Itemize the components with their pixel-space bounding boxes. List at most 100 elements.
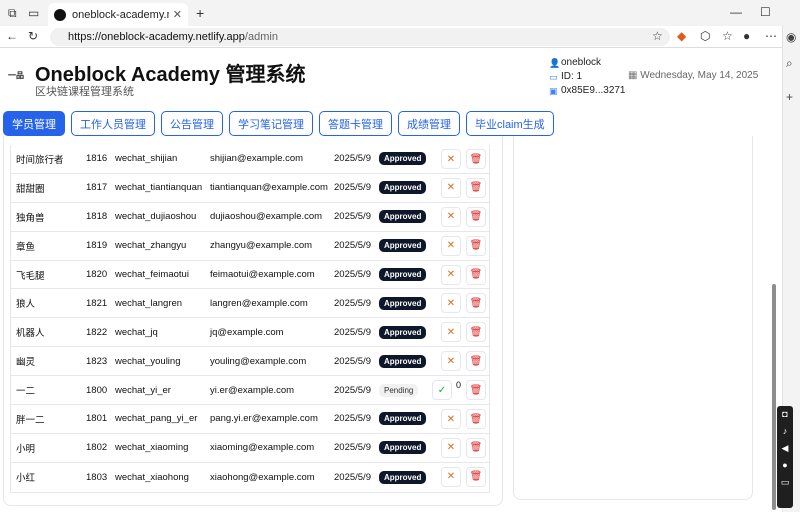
trash-icon: 🗑 — [469, 240, 483, 252]
close-icon: ✕ — [446, 326, 456, 338]
table-row: 胖一二 1801 wechat_pang_yi_er pang.yi.er@examp… — [11, 405, 489, 434]
student-date: 2025/5/9 — [334, 269, 371, 280]
reject-button[interactable]: ✕ — [441, 206, 461, 227]
delete-button[interactable]: 🗑 — [466, 409, 486, 430]
workspaces-icon[interactable]: ⧉ — [8, 6, 17, 21]
student-email: feimaotui@example.com — [210, 269, 315, 280]
student-email: tiantianquan@example.com — [210, 182, 328, 194]
reject-button[interactable]: ✕ — [441, 293, 461, 314]
student-table: 时间旅行者 1816 wechat_shijian shijian@example.c… — [10, 145, 490, 493]
reject-button[interactable]: ✕ — [441, 351, 461, 372]
wallet-address: 0x85E9...3271 — [561, 85, 626, 96]
delete-button[interactable]: 🗑 — [466, 380, 486, 401]
status-cell: Approved — [379, 174, 427, 202]
tab-6[interactable]: 毕业claim生成 — [466, 111, 554, 136]
browser-tab[interactable]: oneblock-academy.netlify.app/ad ✕ — [48, 3, 188, 26]
new-tab-icon[interactable]: + — [196, 5, 204, 21]
student-id: 1822 — [86, 326, 108, 338]
student-name: 一二 — [16, 386, 36, 398]
delete-button[interactable]: 🗑 — [466, 235, 486, 256]
student-date: 2025/5/9 — [334, 211, 371, 223]
extension-icon[interactable]: ◆ — [677, 29, 686, 43]
copilot-icon[interactable]: ◉ — [786, 30, 796, 44]
approve-button[interactable]: ✓ — [432, 380, 452, 401]
back-icon[interactable]: ← — [6, 29, 18, 43]
reject-button[interactable]: ✕ — [441, 264, 461, 285]
more-menu-icon[interactable]: ⋯ — [765, 29, 777, 43]
delete-button[interactable]: 🗑 — [466, 149, 486, 169]
student-email: yi.er@example.com — [210, 384, 295, 396]
student-email: shijian@example.com — [210, 153, 304, 165]
reject-button[interactable]: ✕ — [441, 235, 461, 256]
student-email: pang.yi.er@example.com — [210, 413, 318, 425]
tab-2[interactable]: 公告管理 — [161, 111, 223, 136]
favorite-star-icon[interactable]: ☆ — [652, 29, 663, 43]
student-id: 1801 — [86, 413, 108, 425]
address-bar-row: ← ↻ https://oneblock-academy.netlify.app… — [0, 26, 800, 48]
table-row: 小红 1803 wechat_xiaohong xiaohong@example.co… — [11, 463, 489, 492]
table-row: 独角兽 1818 wechat_dujiaoshou dujiaoshou@examp… — [11, 203, 489, 232]
tab-0[interactable]: 学员管理 — [3, 111, 65, 136]
url-field[interactable]: https://oneblock-academy.netlify.app/adm… — [50, 28, 670, 46]
student-date: 2025/5/9 — [334, 384, 371, 396]
student-id: 1802 — [86, 442, 108, 454]
trash-icon: 🗑 — [469, 413, 483, 425]
window-icon[interactable]: ▭ — [777, 474, 793, 491]
logo: 一品 — [8, 71, 24, 80]
delete-button[interactable]: 🗑 — [466, 264, 486, 285]
status-badge: Approved — [379, 296, 427, 310]
volume-icon[interactable]: ◀ — [777, 440, 793, 457]
status-badge: Approved — [379, 325, 427, 339]
table-row: 甜甜圈 1817 wechat_tiantianquan tiantianquan@e… — [11, 174, 489, 203]
tab-actions-icon[interactable]: ▭ — [28, 6, 39, 20]
trash-icon: 🗑 — [469, 297, 483, 309]
add-icon[interactable]: + — [786, 90, 793, 104]
delete-button[interactable]: 🗑 — [466, 351, 486, 372]
scrollbar-thumb[interactable] — [772, 284, 776, 510]
status-cell: Approved — [379, 203, 427, 231]
reject-button[interactable]: ✕ — [441, 177, 461, 198]
minimize-icon[interactable]: — — [730, 5, 742, 19]
tab-3[interactable]: 学习笔记管理 — [229, 111, 313, 136]
close-icon: ✕ — [446, 442, 456, 454]
screenshot-icon[interactable]: ◘ — [777, 406, 793, 423]
close-icon: ✕ — [446, 269, 456, 281]
camera-icon[interactable]: ● — [777, 457, 793, 474]
delete-button[interactable]: 🗑 — [466, 293, 486, 314]
extensions-icon[interactable]: ⬡ — [700, 29, 710, 43]
student-date: 2025/5/9 — [334, 153, 371, 165]
collections-icon[interactable]: ☆ — [722, 29, 733, 43]
student-name: 幽灵 — [16, 357, 36, 369]
student-date: 2025/5/9 — [334, 240, 371, 252]
reject-button[interactable]: ✕ — [441, 409, 461, 430]
reject-button[interactable]: ✕ — [441, 437, 461, 458]
close-tab-icon[interactable]: ✕ — [173, 8, 182, 21]
delete-button[interactable]: 🗑 — [466, 206, 486, 227]
search-icon[interactable]: ⌕ — [786, 56, 793, 71]
close-icon: ✕ — [446, 182, 456, 194]
table-row: 章鱼 1819 wechat_zhangyu zhangyu@example.com 2… — [11, 232, 489, 261]
reject-button[interactable]: ✕ — [441, 149, 461, 169]
delete-button[interactable]: 🗑 — [466, 177, 486, 198]
tab-5[interactable]: 成绩管理 — [398, 111, 460, 136]
nav-tabs: 学员管理 工作人员管理 公告管理 学习笔记管理 答题卡管理 成绩管理 毕业claim生成 — [3, 111, 554, 136]
refresh-icon[interactable]: ↻ — [28, 29, 38, 43]
maximize-icon[interactable]: ☐ — [760, 5, 771, 19]
delete-button[interactable]: 🗑 — [466, 466, 486, 487]
student-id: 1819 — [86, 240, 108, 252]
delete-button[interactable]: 🗑 — [466, 437, 486, 458]
profile-icon[interactable]: ● — [743, 29, 750, 43]
tab-4[interactable]: 答题卡管理 — [319, 111, 392, 136]
student-wechat: wechat_feimaotui — [115, 269, 189, 280]
trash-icon: 🗑 — [469, 153, 483, 165]
delete-button[interactable]: 🗑 — [466, 322, 486, 343]
close-icon: ✕ — [446, 471, 456, 483]
reject-button[interactable]: ✕ — [441, 322, 461, 343]
mic-icon[interactable]: ♪ — [777, 423, 793, 440]
status-cell: Approved — [379, 405, 427, 433]
status-badge: Approved — [379, 354, 427, 368]
status-cell: Approved — [379, 261, 427, 289]
tab-1[interactable]: 工作人员管理 — [71, 111, 155, 136]
reject-button[interactable]: ✕ — [441, 466, 461, 487]
date-text: Wednesday, May 14, 2025 — [640, 70, 759, 81]
